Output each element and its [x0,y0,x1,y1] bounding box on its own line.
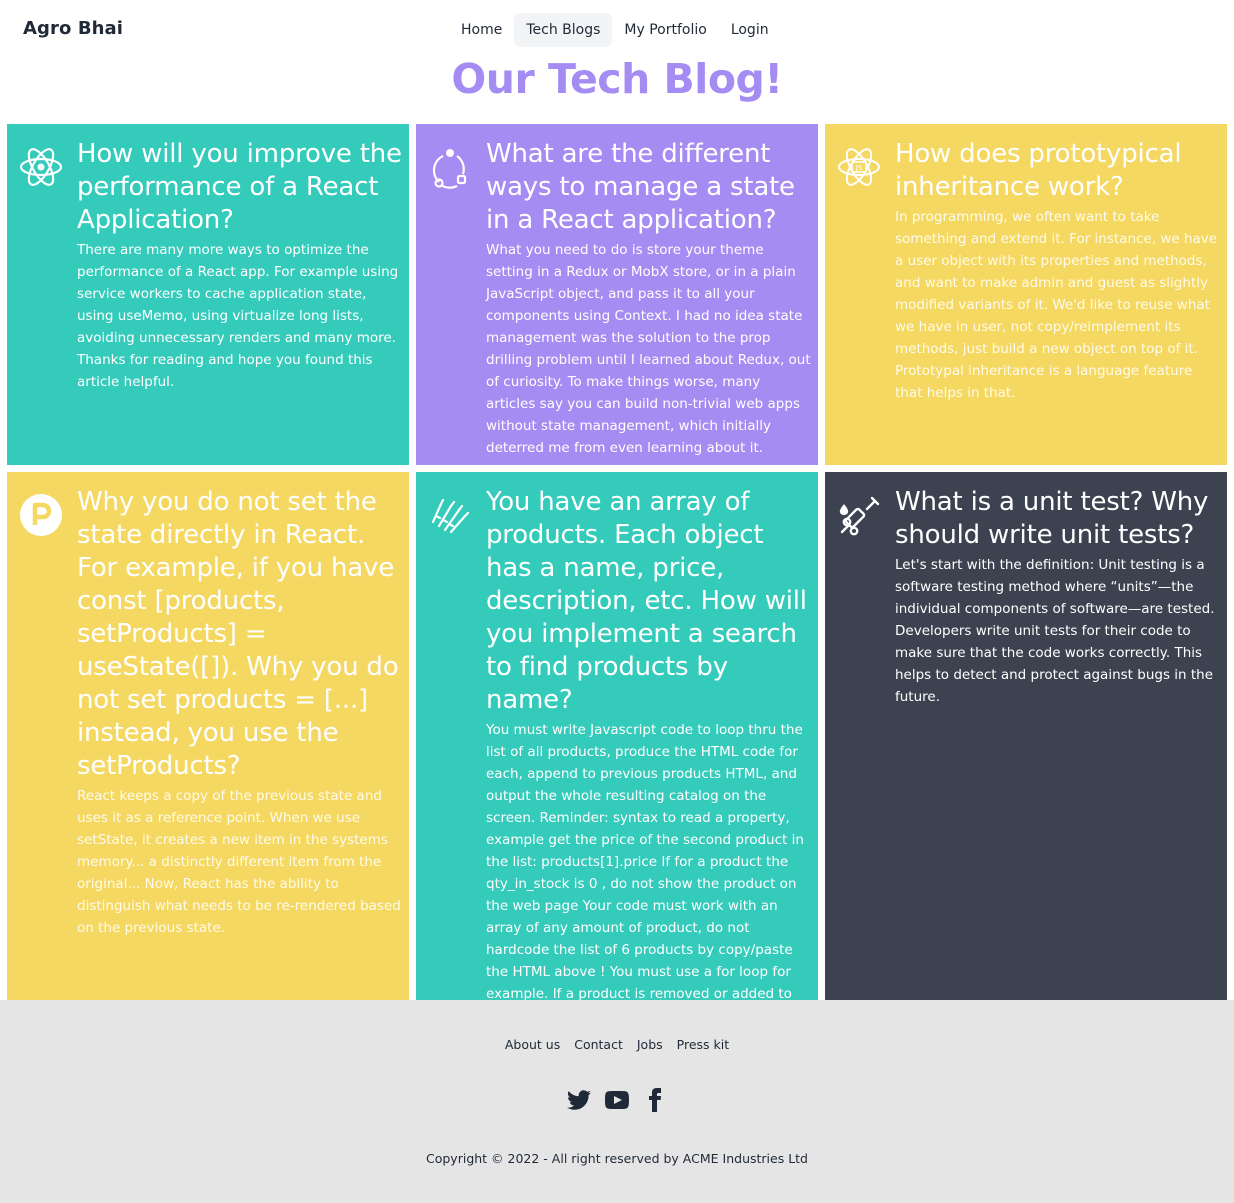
blog-card-body: React keeps a copy of the previous state… [77,788,401,936]
nav-item-home[interactable]: Home [449,13,514,47]
footer-link-about-us[interactable]: About us [505,1037,560,1052]
blog-card-title: What is a unit test? Why should write un… [895,487,1209,550]
nav-item-tech-blogs[interactable]: Tech Blogs [514,13,613,47]
blog-card: How will you improve the performance of … [7,124,409,465]
social-links [0,1088,1234,1112]
blog-card-title: What are the different ways to manage a … [486,139,795,235]
blog-card: You have an array of products. Each obje… [416,472,818,1000]
page-title: Our Tech Blog! [451,55,783,103]
react-atom-icon [18,144,64,190]
nav-item-my-portfolio[interactable]: My Portfolio [612,13,718,47]
blog-grid: How will you improve the performance of … [7,124,1227,1000]
brand-logo-text[interactable]: Agro Bhai [23,18,123,39]
footer-link-contact[interactable]: Contact [574,1037,623,1052]
blog-card-title: Why you do not set the state directly in… [77,487,399,781]
copyright-text: Copyright © 2022 - All right reserved by… [426,1151,808,1166]
syringe-test-icon [836,492,882,538]
footer-link-press-kit[interactable]: Press kit [677,1037,729,1052]
blog-card-body: What you need to do is store your theme … [486,242,811,456]
blog-card-body: In programming, we often want to take so… [895,209,1218,401]
js-atom-icon: JS [836,144,882,190]
blog-card-body: There are many more ways to optimize the… [77,242,399,390]
twitter-icon[interactable] [567,1088,591,1112]
youtube-icon[interactable] [605,1088,629,1112]
blog-card: What are the different ways to manage a … [416,124,818,465]
nav-menu: Home Tech Blogs My Portfolio Login [449,13,781,47]
footer-link-jobs[interactable]: Jobs [637,1037,663,1052]
blog-card-body: Let's start with the definition: Unit te… [895,557,1215,705]
facebook-icon[interactable] [643,1088,667,1112]
navbar: Agro Bhai Home Tech Blogs My Portfolio L… [0,0,1234,60]
svg-text:JS: JS [855,164,863,172]
blog-card: Why you do not set the state directly in… [7,472,409,1000]
p-circle-icon [18,492,64,538]
state-cycle-icon [427,144,473,190]
search-brush-icon [427,492,473,538]
footer-links: About us Contact Jobs Press kit [0,1037,1234,1052]
blog-card-body: You must write Javascript code to loop t… [486,722,804,1000]
nav-item-login[interactable]: Login [719,13,781,47]
blog-card: JS How does prototypical inheritance wor… [825,124,1227,465]
blog-card: What is a unit test? Why should write un… [825,472,1227,1000]
footer: About us Contact Jobs Press kit Copyrigh… [0,1000,1234,1203]
blog-card-title: How will you improve the performance of … [77,139,402,235]
blog-card-title: How does prototypical inheritance work? [895,139,1182,202]
blog-card-title: You have an array of products. Each obje… [486,487,807,715]
